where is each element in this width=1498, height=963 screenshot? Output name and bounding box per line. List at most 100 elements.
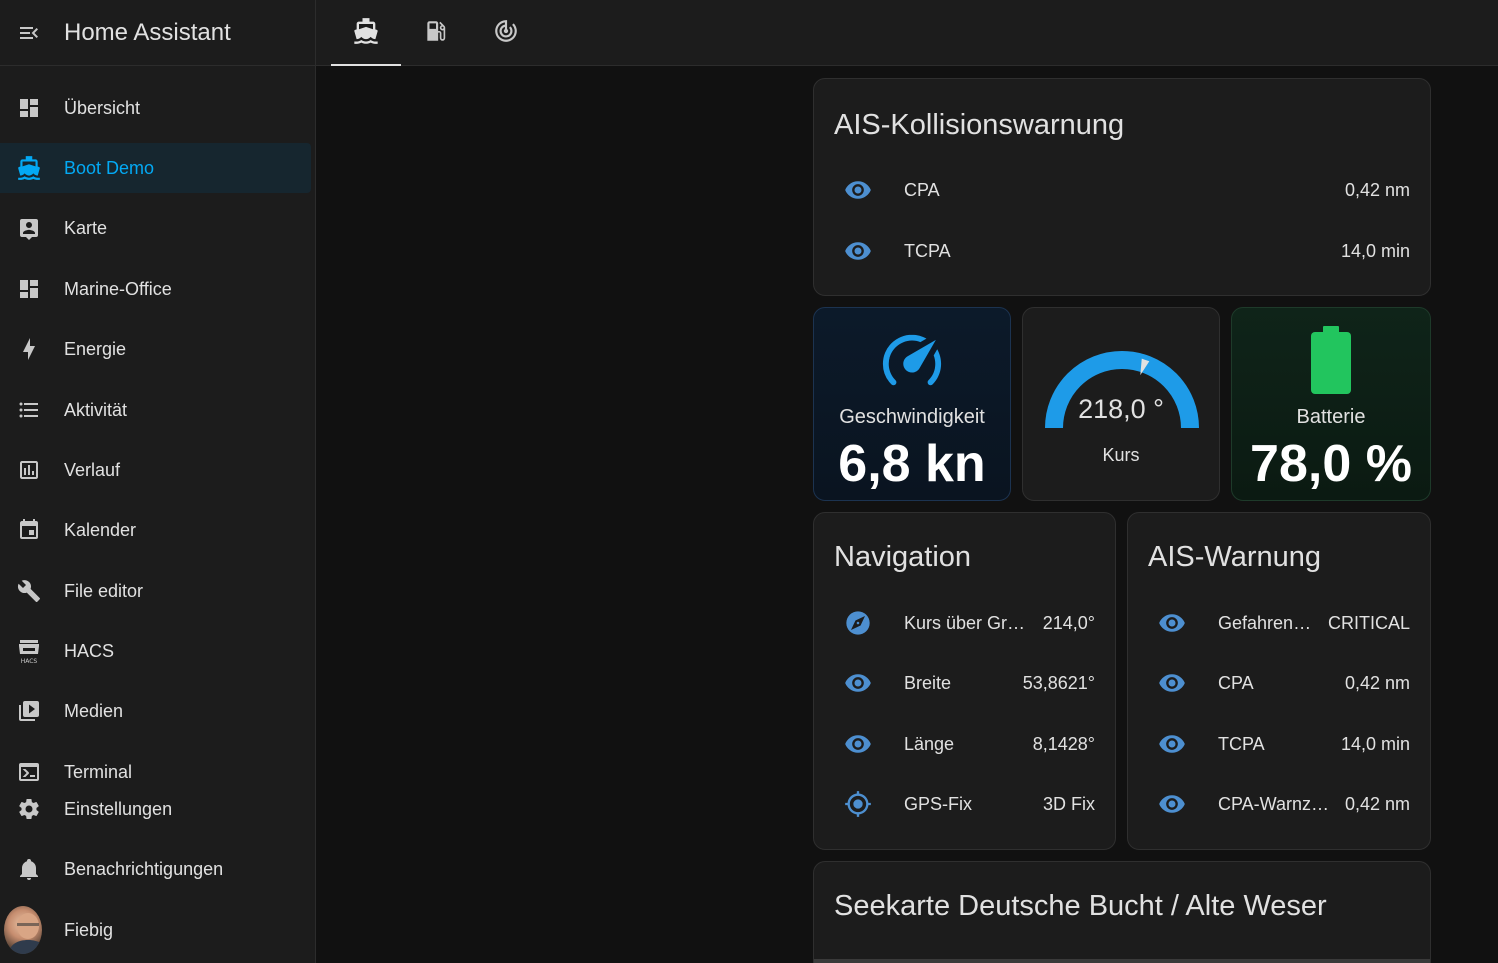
tab-radar[interactable] [471, 0, 541, 66]
speedometer-icon [876, 326, 948, 395]
calendar-icon [16, 517, 42, 543]
sidebar-item-medien[interactable]: Medien [0, 686, 311, 736]
entity-name: GPS-Fix [904, 793, 973, 814]
entity-value: 0,42 nm [1344, 672, 1410, 693]
sidebar-item-label: Boot Demo [64, 157, 155, 178]
sidebar-header: Home Assistant [0, 0, 315, 66]
entity-row[interactable]: TCPA 14,0 min [1148, 724, 1410, 764]
speed-tile[interactable]: Geschwindigkeit 6,8 kn [813, 307, 1011, 501]
tab-boot[interactable] [331, 0, 401, 66]
sidebar-item-kalender[interactable]: Kalender [0, 505, 311, 555]
entity-row[interactable]: Kurs über Grund 214,0° [834, 603, 1095, 643]
battery-icon [1309, 326, 1353, 401]
view-dashboard-icon [16, 95, 42, 121]
card-title: Navigation [834, 541, 972, 573]
chart-box-icon [16, 457, 42, 483]
entity-value: 8,1428° [1032, 733, 1095, 754]
sidebar-item-einstellungen[interactable]: Einstellungen [0, 784, 311, 834]
sidebar-item-label: Fiebig [64, 919, 114, 940]
course-gauge-tile[interactable]: 218,0 ° Kurs [1022, 307, 1220, 501]
tab-fuel[interactable] [401, 0, 471, 66]
entity-name: TCPA [904, 240, 951, 261]
eye-icon [1148, 790, 1198, 818]
sidebar-item-karte[interactable]: Karte [0, 203, 311, 253]
sidebar-item-label: File editor [64, 580, 144, 601]
view-dashboard-icon [16, 276, 42, 302]
entity-row[interactable]: CPA 0,42 nm [1148, 663, 1410, 703]
lightning-icon [16, 336, 42, 362]
eye-icon [1148, 730, 1198, 758]
play-box-multiple-icon [16, 698, 42, 724]
entity-name: CPA [904, 179, 940, 200]
sidebar-item-label: Übersicht [64, 97, 141, 118]
sidebar-item-label: Terminal [64, 761, 133, 782]
menu-open-icon[interactable] [16, 20, 42, 46]
sidebar-item-label: Einstellungen [64, 798, 173, 819]
ferry-icon [352, 17, 380, 50]
entity-name: TCPA [1218, 733, 1265, 754]
sidebar-item-profile[interactable]: Fiebig [0, 905, 311, 955]
ferry-icon [16, 155, 42, 181]
entity-name: CPA-Warnzone [1218, 793, 1333, 814]
entity-name: Breite [904, 672, 952, 693]
avatar [4, 906, 42, 954]
entity-row[interactable]: TCPA 14,0 min [834, 231, 1410, 271]
app-title: Home Assistant [64, 18, 231, 46]
entity-value: CRITICAL [1327, 612, 1410, 633]
course-value: 218,0 ° [1078, 394, 1164, 424]
radar-icon [493, 18, 519, 49]
crosshairs-gps-icon [834, 790, 884, 818]
seekarte-card: Seekarte Deutsche Bucht / Alte Weser [813, 861, 1431, 963]
sidebar-item-label: Energie [64, 338, 127, 359]
battery-tile[interactable]: Batterie 78,0 % [1231, 307, 1431, 501]
entity-value: 53,8621° [1022, 672, 1095, 693]
navigation-card: Navigation Kurs über Grund 214,0° Breite… [813, 512, 1116, 850]
eye-icon [834, 730, 884, 758]
ais-collision-card: AIS-Kollisionswarnung CPA 0,42 nm TCPA 1… [813, 78, 1431, 296]
card-title: Seekarte Deutsche Bucht / Alte Weser [834, 890, 1327, 922]
entity-row[interactable]: Breite 53,8621° [834, 663, 1095, 703]
battery-label: Batterie [1296, 406, 1366, 428]
sidebar-item-uebersicht[interactable]: Übersicht [0, 83, 311, 133]
sidebar-item-hacs[interactable]: HACS HACS [0, 626, 311, 676]
bell-icon [16, 856, 42, 882]
sidebar-item-verlauf[interactable]: Verlauf [0, 445, 311, 495]
format-list-icon [16, 397, 42, 423]
eye-icon [834, 237, 884, 265]
eye-icon [834, 669, 884, 697]
speed-label: Geschwindigkeit [839, 406, 985, 428]
svg-text:HACS: HACS [21, 658, 38, 664]
account-box-icon [16, 215, 42, 241]
sidebar-item-label: Aktivität [64, 399, 128, 420]
hacs-icon: HACS [16, 638, 42, 664]
entity-row[interactable]: CPA 0,42 nm [834, 170, 1410, 210]
gas-station-icon [423, 18, 449, 49]
eye-icon [1148, 609, 1198, 637]
entity-row[interactable]: Länge 8,1428° [834, 724, 1095, 764]
compass-icon [834, 609, 884, 637]
sidebar-item-label: HACS [64, 640, 115, 661]
sidebar-item-marine-office[interactable]: Marine-Office [0, 264, 311, 314]
sidebar: Home Assistant Übersicht Boot Demo Karte… [0, 0, 316, 963]
ais-warning-card: AIS-Warnung Gefahrenst... CRITICAL CPA 0… [1127, 512, 1431, 850]
sidebar-item-energie[interactable]: Energie [0, 324, 311, 374]
entity-row[interactable]: Gefahrenst... CRITICAL [1148, 603, 1410, 643]
entity-value: 3D Fix [1042, 793, 1095, 814]
sidebar-item-label: Medien [64, 700, 124, 721]
course-gauge [1045, 351, 1199, 429]
sidebar-item-file-editor[interactable]: File editor [0, 566, 311, 616]
sidebar-item-benachrichtigungen[interactable]: Benachrichtigungen [0, 844, 311, 894]
entity-row[interactable]: CPA-Warnzone 0,42 nm [1148, 784, 1410, 824]
entity-value: 0,42 nm [1344, 179, 1410, 200]
sidebar-item-boot-demo[interactable]: Boot Demo [0, 143, 311, 193]
course-label: Kurs [1102, 445, 1140, 465]
cog-icon [16, 796, 42, 822]
entity-value: 14,0 min [1340, 733, 1410, 754]
sidebar-item-label: Marine-Office [64, 278, 172, 299]
entity-row[interactable]: GPS-Fix 3D Fix [834, 784, 1095, 824]
top-bar [316, 0, 1498, 66]
speed-value: 6,8 kn [838, 435, 986, 493]
entity-value: 214,0° [1042, 612, 1095, 633]
sidebar-item-aktivitaet[interactable]: Aktivität [0, 385, 311, 435]
entity-name: Länge [904, 733, 955, 754]
